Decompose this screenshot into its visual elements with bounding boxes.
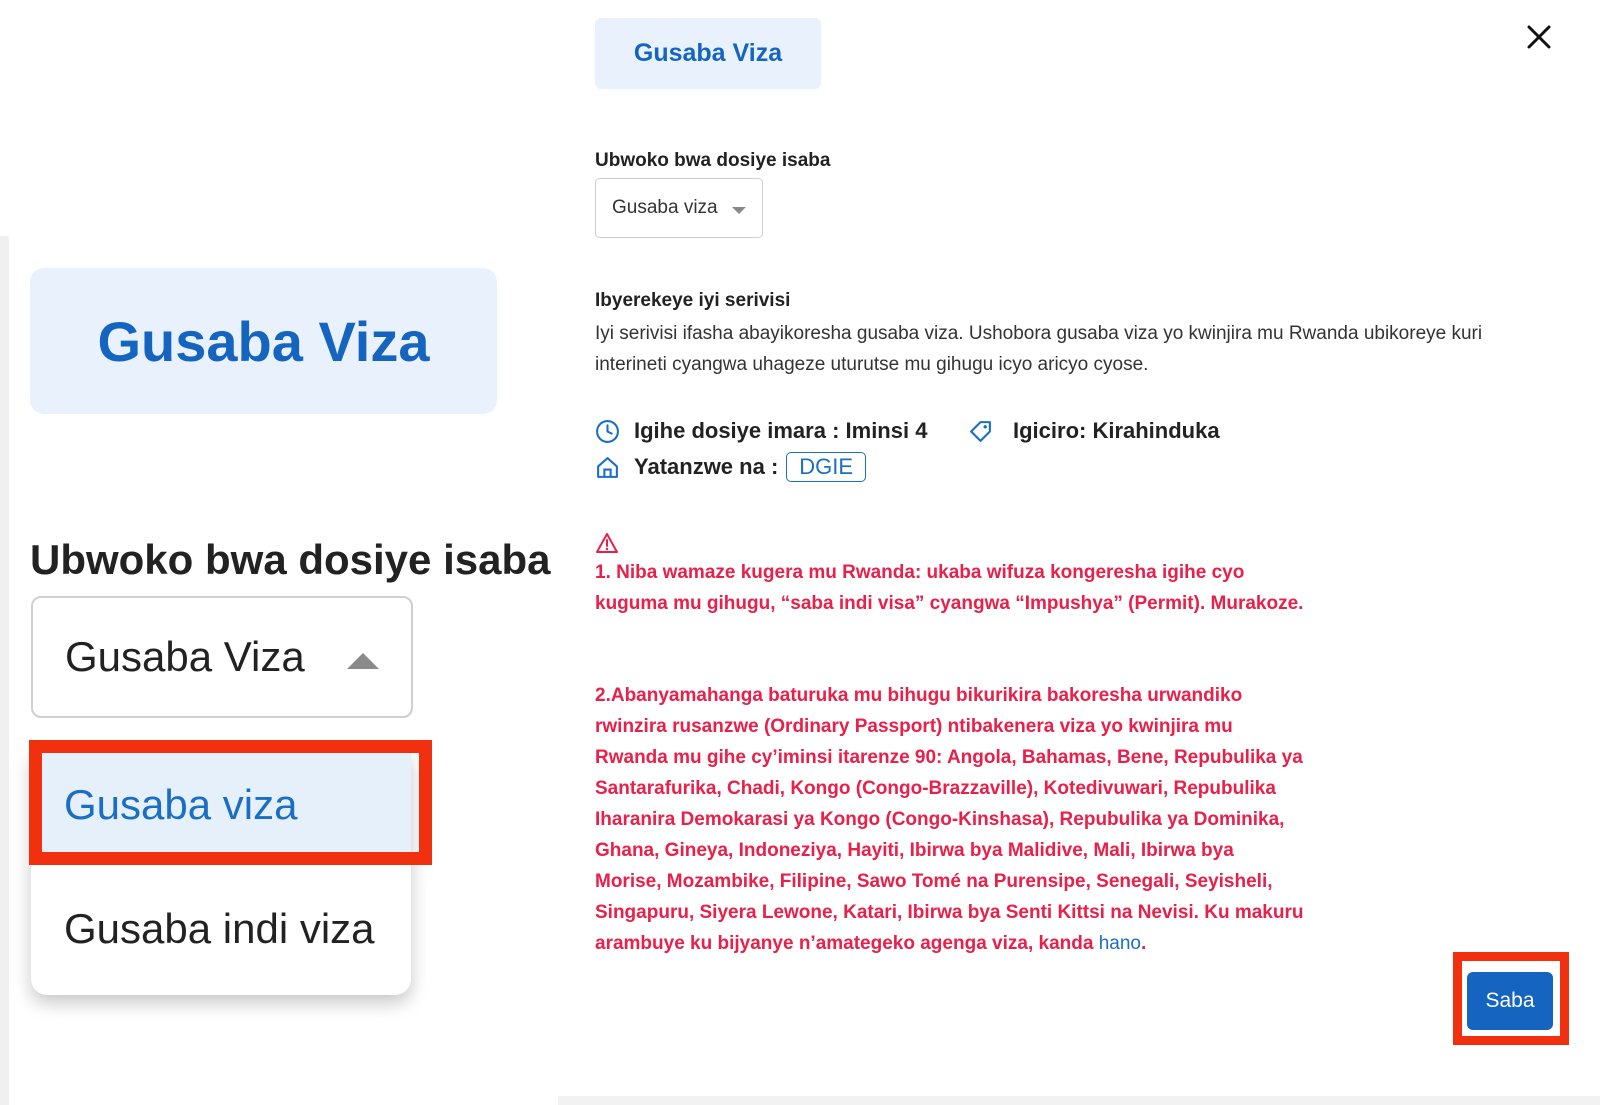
price-text: Igiciro: Kirahinduka	[1013, 418, 1220, 443]
provider-row: Yatanzwe na : DGIE	[595, 452, 867, 482]
close-button[interactable]	[1524, 22, 1554, 52]
warning-2-text: 2.Abanyamahanga baturuka mu bihugu bikur…	[595, 685, 1304, 954]
zoom-field-label: Ubwoko bwa dosiye isaba	[30, 536, 551, 583]
application-type-label: Ubwoko bwa dosiye isaba	[595, 150, 831, 171]
zoom-blank-area	[0, 0, 558, 236]
select-value: Gusaba viza	[612, 197, 718, 218]
warning-paragraph-2: 2.Abanyamahanga baturuka mu bihugu bikur…	[595, 680, 1305, 959]
zoom-service-button[interactable]: Gusaba Viza	[30, 268, 497, 414]
highlight-box-submit	[1453, 952, 1569, 1045]
warning-icon	[596, 533, 618, 553]
warning-2-end: .	[1141, 933, 1147, 954]
close-icon	[1527, 25, 1551, 49]
zoom-option-gusaba-indi-viza[interactable]: Gusaba indi viza	[31, 876, 411, 982]
provider-badge[interactable]: DGIE	[786, 452, 867, 482]
price-row: Igiciro: Kirahinduka	[968, 418, 1220, 444]
tag-icon	[970, 420, 991, 442]
clock-icon	[596, 419, 619, 443]
about-service-text: Iyi serivisi ifasha abayikoresha gusaba …	[595, 323, 1483, 375]
duration-row: Igihe dosiye imara : Iminsi 4	[595, 418, 927, 444]
zoomed-callout-panel: Gusaba Viza Ubwoko bwa dosiye isaba Gusa…	[0, 0, 558, 1105]
caret-up-icon	[347, 653, 379, 669]
application-type-select[interactable]: Gusaba viza	[595, 178, 763, 238]
zoom-application-type-select[interactable]: Gusaba Viza	[31, 596, 413, 718]
home-icon	[597, 456, 618, 478]
duration-text: Igihe dosiye imara : Iminsi 4	[634, 418, 928, 443]
about-service-title: Ibyerekeye iyi serivisi	[595, 290, 791, 311]
zoom-select-value: Gusaba Viza	[65, 633, 305, 680]
warning-paragraph-1: 1. Niba wamaze kugera mu Rwanda: ukaba w…	[595, 562, 1304, 614]
provider-label: Yatanzwe na :	[634, 454, 779, 479]
visa-rules-link[interactable]: hano	[1099, 933, 1141, 954]
service-modal: Gusaba Viza Ubwoko bwa dosiye isaba Gusa…	[558, 0, 1600, 1096]
zoom-edge	[0, 236, 9, 1105]
highlight-box-option	[29, 740, 432, 865]
caret-down-icon	[732, 207, 746, 214]
service-title-chip[interactable]: Gusaba Viza	[595, 18, 821, 89]
